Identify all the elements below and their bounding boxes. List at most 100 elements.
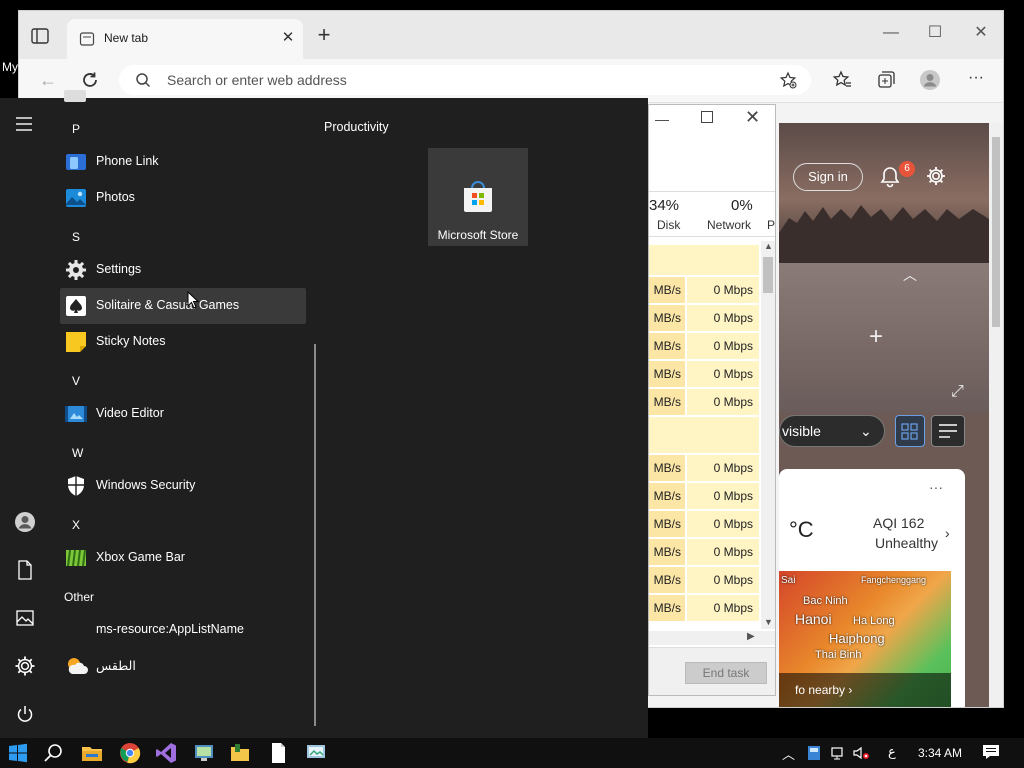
tray-overflow-chevron-icon[interactable]: ︿ [782,744,795,763]
favorites-icon[interactable] [831,69,853,91]
add-shortcut-plus-icon[interactable]: + [869,323,883,351]
pictures-icon[interactable] [13,606,37,630]
maximize-button[interactable]: ☐ [915,21,955,45]
layout-dropdown[interactable]: visible ⌄ [779,415,885,447]
tile-group-title[interactable]: Productivity [324,120,389,134]
chevron-up-icon[interactable]: ︿ [903,265,917,285]
scroll-right-arrow-icon[interactable]: ▶ [747,631,755,642]
collections-icon[interactable] [875,69,897,91]
network-percent[interactable]: 0% [731,197,753,214]
visual-studio-icon[interactable] [154,741,178,765]
card-more-icon[interactable]: ··· [929,479,943,495]
app-weather-arabic[interactable]: الطقس [60,648,306,684]
back-button[interactable]: ← [37,69,59,91]
hamburger-menu-icon[interactable] [14,116,36,132]
list-view-button[interactable] [931,415,965,447]
search-icon[interactable] [42,741,66,765]
table-row[interactable]: MB/s 0 Mbps [649,567,759,595]
action-center-notification-icon[interactable] [982,744,1000,760]
minimize-button[interactable]: — [871,21,911,45]
tm-vertical-scrollbar[interactable]: ▲ ▼ [761,241,775,629]
address-input[interactable] [167,67,747,93]
volume-muted-icon[interactable] [852,745,870,761]
user-account-icon[interactable] [13,510,37,534]
sign-in-button[interactable]: Sign in [793,163,863,191]
letter-header-v[interactable]: V [72,374,80,388]
app-settings[interactable]: Settings [60,252,306,288]
table-row[interactable]: MB/s 0 Mbps [649,483,759,511]
letter-header-s[interactable]: S [72,230,80,244]
profile-avatar-icon[interactable] [919,69,941,91]
input-language-indicator[interactable]: ع [888,744,896,760]
system-clock[interactable]: 3:34 AM [918,746,962,760]
settings-gear-icon[interactable] [13,654,37,678]
chevron-right-icon[interactable]: › [945,525,950,541]
tm-horizontal-scrollbar[interactable]: ▶ [649,631,775,645]
power-column-header[interactable]: P [767,218,775,232]
tab-close-icon[interactable]: ✕ [279,29,297,47]
weather-card[interactable]: ··· °C AQI 162 Unhealthy › Sai Fangcheng… [779,469,965,707]
page-scrollbar-thumb[interactable] [992,137,1000,327]
close-button[interactable]: ✕ [961,21,1001,45]
disk-percent[interactable]: 34% [649,197,679,214]
app-sticky-notes[interactable]: Sticky Notes [60,324,306,360]
letter-header-w[interactable]: W [72,446,83,460]
app-solitaire[interactable]: Solitaire & Casual Games [60,288,306,324]
network-icon[interactable] [830,745,846,761]
desktop-icon-label[interactable]: My [2,60,18,74]
remote-desktop-icon[interactable] [192,741,216,765]
power-icon[interactable] [13,702,37,726]
app-xbox-game-bar[interactable]: Xbox Game Bar [60,540,306,576]
chrome-icon[interactable] [118,741,142,765]
expand-icon[interactable]: ⤢ [951,383,964,401]
table-row[interactable]: MB/s 0 Mbps [649,455,759,483]
app-list[interactable]: P Phone Link Photos S Settings Solitaire… [50,90,312,738]
file-explorer-icon[interactable] [80,741,104,765]
letter-header-other[interactable]: Other [64,590,94,604]
table-row[interactable]: MB/s 0 Mbps [649,305,759,333]
table-row[interactable]: MB/s 0 Mbps [649,539,759,567]
more-options-icon[interactable]: ··· [965,69,987,91]
app-list-scrollbar[interactable] [314,344,316,726]
page-settings-gear-icon[interactable] [925,165,947,187]
table-row[interactable]: MB/s 0 Mbps [649,389,759,417]
tab-actions-icon[interactable] [29,25,51,47]
grid-view-button[interactable] [895,415,925,447]
network-settings-app-icon[interactable] [304,741,328,765]
nearby-info-link[interactable]: fo nearby › [779,673,951,707]
app-video-editor[interactable]: Video Editor [60,396,306,432]
table-row[interactable]: MB/s 0 Mbps [649,511,759,539]
app-phone-link[interactable]: Phone Link [60,144,306,180]
scroll-up-arrow-icon[interactable]: ▲ [764,241,773,251]
app-photos[interactable]: Photos [60,180,306,216]
table-row[interactable]: MB/s 0 Mbps [649,361,759,389]
tab-new-tab[interactable]: New tab ✕ [67,19,303,59]
notepad-icon[interactable] [266,741,290,765]
disk-column-header[interactable]: Disk [657,218,680,232]
table-row[interactable]: MB/s 0 Mbps [649,595,759,623]
tm-close-button[interactable]: ✕ [745,107,760,128]
network-column-header[interactable]: Network [707,218,751,232]
tray-app-icon[interactable] [806,745,822,761]
app-ms-resource[interactable]: ms-resource:AppListName [60,612,306,648]
tm-maximize-button[interactable] [701,111,713,123]
scroll-down-arrow-icon[interactable]: ▼ [764,617,773,627]
new-tab-button[interactable]: + [313,24,335,47]
app-windows-security[interactable]: Windows Security [60,468,306,504]
letter-header-p[interactable]: P [72,122,80,136]
tm-scrollbar-thumb[interactable] [763,257,773,293]
end-task-button[interactable]: End task [685,662,767,684]
tile-microsoft-store[interactable]: Microsoft Store [428,148,528,246]
address-bar[interactable] [119,65,811,95]
start-windows-icon[interactable] [6,741,30,765]
notifications-bell-icon[interactable] [879,165,901,189]
table-row[interactable]: MB/s 0 Mbps [649,333,759,361]
table-row[interactable]: MB/s 0 Mbps [649,277,759,305]
letter-header-x[interactable]: X [72,518,80,532]
documents-icon[interactable] [13,558,37,582]
tm-minimize-button[interactable]: — [655,111,669,127]
folder-app-icon[interactable] [228,741,252,765]
refresh-icon[interactable] [79,69,101,91]
add-favorite-icon[interactable] [779,71,797,89]
page-scrollbar[interactable] [989,123,1003,707]
